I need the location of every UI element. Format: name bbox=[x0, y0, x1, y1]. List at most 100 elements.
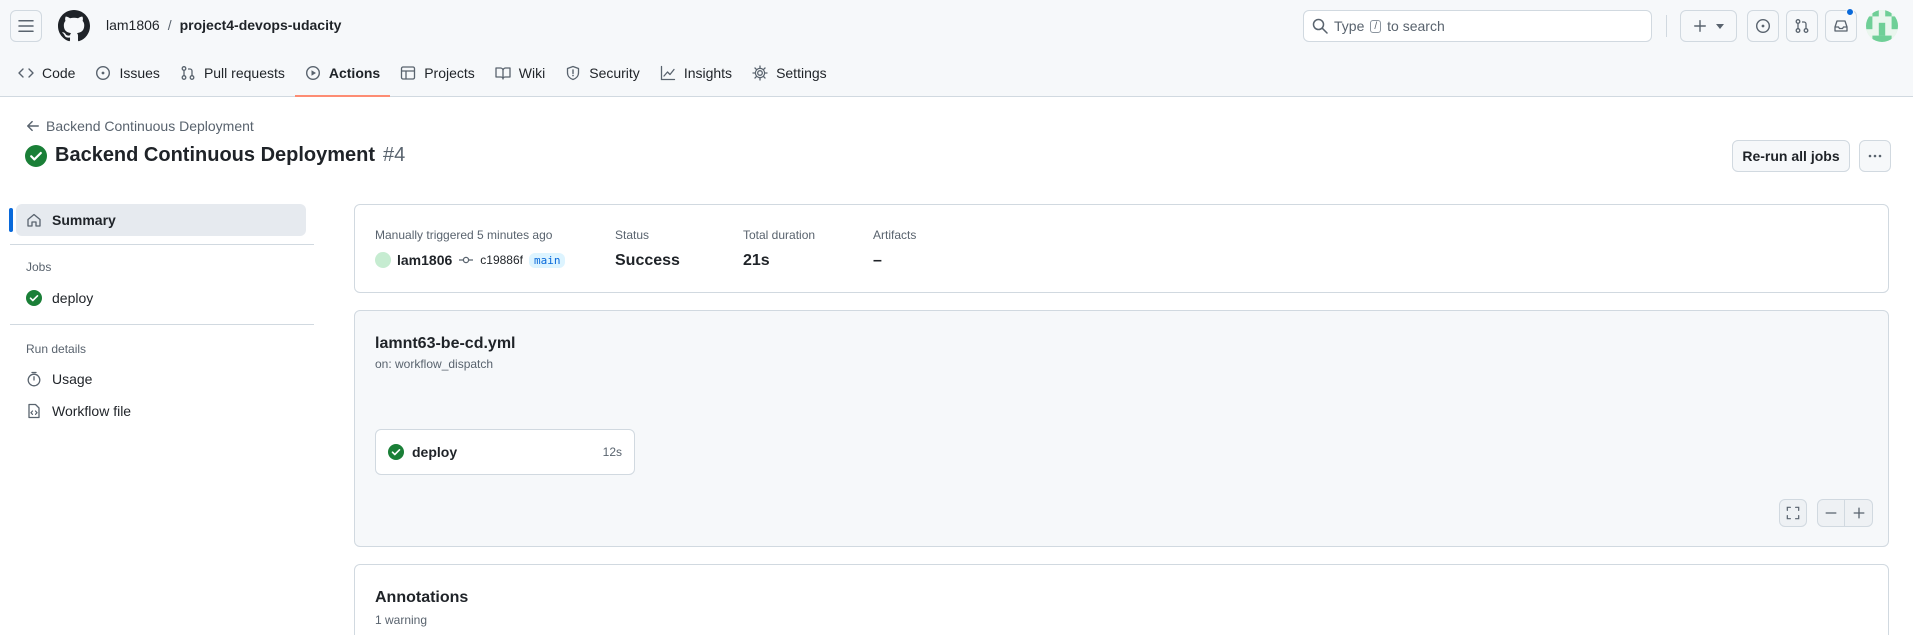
workflow-trigger: on: workflow_dispatch bbox=[375, 357, 494, 371]
run-number: #4 bbox=[383, 144, 406, 166]
page-title: Backend Continuous Deployment #4 bbox=[25, 144, 405, 167]
annotations-count: 1 warning bbox=[375, 613, 428, 627]
user-avatar[interactable] bbox=[1866, 10, 1898, 42]
tab-settings[interactable]: Settings bbox=[742, 56, 837, 97]
branch-label[interactable]: main bbox=[528, 252, 566, 268]
job-node-duration: 12s bbox=[602, 445, 622, 459]
actor-link[interactable]: lam1806 bbox=[397, 252, 452, 268]
notification-dot bbox=[1846, 8, 1854, 16]
run-title-text: Backend Continuous Deployment bbox=[55, 144, 376, 166]
annotations-title: Annotations bbox=[375, 589, 469, 606]
tab-insights-label: Insights bbox=[683, 64, 733, 81]
commit-sha-link[interactable]: c19886f bbox=[480, 253, 523, 267]
tab-code[interactable]: Code bbox=[8, 56, 85, 97]
git-pull-request-icon bbox=[181, 65, 195, 80]
screen-full-icon bbox=[1786, 506, 1800, 520]
sidebar-workflow-file-label: Workflow file bbox=[52, 403, 132, 419]
tab-pull-requests-label: Pull requests bbox=[203, 64, 285, 81]
play-icon bbox=[305, 65, 320, 80]
tab-security[interactable]: Security bbox=[555, 56, 650, 97]
repo-navigation: Code Issues Pull requests Actions Projec… bbox=[8, 56, 837, 97]
global-header: lam1806 / project4-devops-udacity Type /… bbox=[0, 0, 1913, 97]
github-logo-icon[interactable] bbox=[58, 10, 90, 42]
duration-value: 21s bbox=[743, 252, 770, 269]
file-code-icon bbox=[28, 403, 40, 419]
sidebar-item-workflow-file[interactable]: Workflow file bbox=[26, 403, 131, 419]
search-placeholder-suffix: to search bbox=[1387, 18, 1445, 34]
issue-opened-icon bbox=[96, 65, 111, 80]
run-summary-card: Manually triggered 5 minutes ago lam1806… bbox=[354, 204, 1889, 293]
tab-insights[interactable]: Insights bbox=[650, 56, 742, 97]
job-node-name: deploy bbox=[412, 444, 458, 460]
search-placeholder-prefix: Type bbox=[1334, 18, 1365, 34]
sidebar-job-label: deploy bbox=[52, 290, 94, 306]
header-divider bbox=[1666, 15, 1667, 37]
plus-icon bbox=[1693, 20, 1706, 32]
run-details-heading: Run details bbox=[26, 342, 87, 356]
menu-button[interactable] bbox=[10, 10, 42, 42]
repo-breadcrumb: lam1806 / project4-devops-udacity bbox=[106, 17, 341, 33]
status-label: Status bbox=[615, 228, 650, 242]
tab-issues[interactable]: Issues bbox=[85, 56, 169, 97]
tab-wiki-label: Wiki bbox=[518, 64, 546, 81]
zoom-in-button[interactable] bbox=[1845, 499, 1873, 527]
check-circle-fill-icon bbox=[388, 444, 404, 460]
search-icon bbox=[1312, 18, 1328, 34]
repo-owner-link[interactable]: lam1806 bbox=[106, 17, 160, 33]
tab-actions-label: Actions bbox=[328, 64, 381, 81]
repo-name-link[interactable]: project4-devops-udacity bbox=[180, 17, 342, 33]
pull-requests-button[interactable] bbox=[1786, 10, 1818, 42]
sidebar-item-usage[interactable]: Usage bbox=[26, 371, 92, 387]
book-icon bbox=[495, 66, 511, 80]
plus-icon bbox=[1853, 507, 1864, 519]
dash-icon bbox=[1825, 512, 1837, 514]
annotations-card: Annotations 1 warning bbox=[354, 564, 1889, 635]
graph-icon bbox=[660, 65, 675, 80]
zoom-controls bbox=[1817, 499, 1873, 527]
tab-settings-label: Settings bbox=[776, 64, 827, 81]
search-shortcut-key: / bbox=[1370, 19, 1382, 33]
check-circle-fill-icon bbox=[26, 290, 42, 306]
job-node-deploy[interactable]: deploy 12s bbox=[375, 429, 635, 475]
tab-actions[interactable]: Actions bbox=[294, 56, 391, 97]
tab-projects[interactable]: Projects bbox=[390, 56, 485, 97]
fullscreen-button[interactable] bbox=[1779, 499, 1807, 527]
zoom-out-button[interactable] bbox=[1817, 499, 1845, 527]
git-pull-request-icon bbox=[1795, 19, 1809, 33]
sidebar-divider bbox=[10, 244, 314, 245]
stopwatch-icon bbox=[27, 371, 41, 387]
actor-avatar[interactable] bbox=[375, 252, 391, 268]
rerun-all-jobs-button[interactable]: Re-run all jobs bbox=[1732, 140, 1850, 172]
sidebar-job-deploy[interactable]: deploy bbox=[26, 290, 93, 306]
tab-wiki[interactable]: Wiki bbox=[485, 56, 555, 97]
back-to-workflow-link[interactable]: Backend Continuous Deployment bbox=[26, 118, 254, 134]
tab-security-label: Security bbox=[589, 64, 640, 81]
shield-icon bbox=[567, 65, 580, 80]
arrow-left-icon bbox=[27, 120, 39, 132]
table-icon bbox=[401, 65, 416, 80]
jobs-heading: Jobs bbox=[26, 260, 52, 274]
duration-info: Total duration 21s bbox=[743, 228, 815, 270]
issues-button[interactable] bbox=[1747, 10, 1779, 42]
sidebar-item-summary[interactable]: Summary bbox=[16, 204, 306, 236]
sidebar-divider bbox=[10, 324, 314, 325]
hamburger-icon bbox=[18, 20, 34, 32]
more-options-button[interactable] bbox=[1859, 140, 1891, 172]
inbox-icon bbox=[1834, 20, 1848, 32]
search-input[interactable]: Type / to search bbox=[1303, 10, 1652, 42]
triangle-down-icon bbox=[1715, 24, 1724, 29]
artifacts-label: Artifacts bbox=[873, 228, 917, 242]
gear-icon bbox=[752, 64, 768, 81]
status-value: Success bbox=[615, 252, 680, 269]
active-item-indicator bbox=[9, 208, 13, 232]
fullscreen-group bbox=[1779, 499, 1807, 527]
tab-pull-requests[interactable]: Pull requests bbox=[170, 56, 295, 97]
trigger-label: Manually triggered 5 minutes ago bbox=[375, 228, 553, 242]
create-new-button[interactable] bbox=[1680, 10, 1737, 42]
workflow-file-name[interactable]: lamnt63-be-cd.yml bbox=[375, 335, 515, 353]
breadcrumb-separator: / bbox=[167, 17, 172, 33]
sidebar-summary-label: Summary bbox=[52, 212, 116, 228]
git-commit-icon bbox=[459, 256, 474, 264]
artifacts-info: Artifacts – bbox=[873, 228, 916, 270]
issue-opened-icon bbox=[1755, 18, 1771, 34]
